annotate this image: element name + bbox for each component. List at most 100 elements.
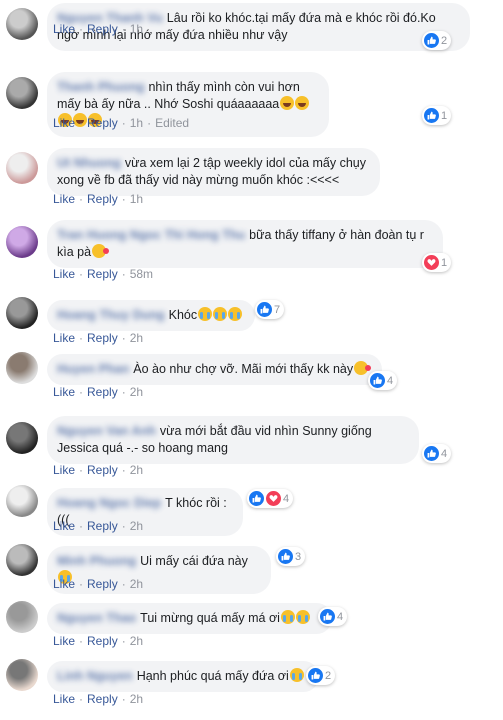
sep: · <box>121 22 126 36</box>
reaction-count: 4 <box>441 447 448 460</box>
sep: · <box>79 331 84 345</box>
timestamp[interactable]: 2h <box>130 385 143 399</box>
like-link[interactable]: Like <box>53 577 75 591</box>
comment-bubble: Hoang Thuy Dung Khóc <box>47 300 255 331</box>
sep: · <box>79 634 84 648</box>
avatar[interactable] <box>6 543 38 576</box>
reaction-summary[interactable]: 1 <box>422 253 452 272</box>
like-link[interactable]: Like <box>53 116 75 130</box>
timestamp[interactable]: 1h <box>130 22 143 36</box>
avatar[interactable] <box>6 76 38 109</box>
reply-link[interactable]: Reply <box>87 577 118 591</box>
timestamp[interactable]: 2h <box>130 577 143 591</box>
avatar[interactable] <box>6 152 38 184</box>
avatar[interactable] <box>6 297 38 329</box>
avatar[interactable] <box>6 422 38 454</box>
avatar[interactable] <box>6 225 38 258</box>
reaction-summary[interactable]: 4 <box>368 371 398 390</box>
comment-author[interactable]: Nguyen Thao <box>57 610 136 627</box>
reaction-count: 4 <box>387 374 394 387</box>
sep: · <box>121 577 126 591</box>
comment-text: Ui mấy cái đứa này <box>140 554 248 568</box>
timestamp[interactable]: 2h <box>130 331 143 345</box>
like-link[interactable]: Like <box>53 385 75 399</box>
comment-author[interactable]: Linh Nguyen <box>57 668 133 685</box>
sep: · <box>79 692 84 706</box>
timestamp[interactable]: 2h <box>130 692 143 706</box>
reaction-summary[interactable]: 4 <box>422 444 452 463</box>
avatar[interactable] <box>6 658 38 691</box>
reply-link[interactable]: Reply <box>87 385 118 399</box>
comment-bubble: Nguyen Van Anh vừa mới bắt đầu vid nhìn S… <box>47 416 419 464</box>
reply-link[interactable]: Reply <box>87 267 118 281</box>
timestamp[interactable]: 2h <box>130 463 143 477</box>
reaction-summary[interactable]: 4 <box>247 489 294 508</box>
comment-actions: Like · Reply · 58m <box>53 267 153 281</box>
timestamp[interactable]: 2h <box>130 634 143 648</box>
comment-bubble: Nguyen Thao Tui mừng quá mấy má ơi <box>47 603 332 634</box>
comment-author[interactable]: Hoang Thuy Dung <box>57 307 165 324</box>
timestamp[interactable]: 1h <box>130 116 143 130</box>
like-link[interactable]: Like <box>53 331 75 345</box>
reply-link[interactable]: Reply <box>87 192 118 206</box>
reaction-summary[interactable]: 7 <box>255 300 285 319</box>
timestamp[interactable]: 58m <box>130 267 153 281</box>
avatar[interactable] <box>6 485 38 517</box>
kiss-emoji-icon <box>354 361 372 375</box>
reply-link[interactable]: Reply <box>87 116 118 130</box>
reaction-summary[interactable]: 3 <box>276 547 306 566</box>
sep: · <box>79 577 84 591</box>
avatar[interactable] <box>6 351 38 384</box>
like-link[interactable]: Like <box>53 634 75 648</box>
sep: · <box>121 692 126 706</box>
reaction-count: 1 <box>441 256 448 269</box>
like-link[interactable]: Like <box>53 519 75 533</box>
sep: · <box>79 116 84 130</box>
comment-author[interactable]: Ut Nhuong <box>57 155 121 172</box>
reaction-summary[interactable]: 2 <box>422 31 452 50</box>
reaction-summary[interactable]: 4 <box>318 607 348 626</box>
comment-author[interactable]: Minh Phuong <box>57 553 136 570</box>
comment-actions: Like · Reply · 1h <box>53 192 143 206</box>
like-link[interactable]: Like <box>53 463 75 477</box>
cry-emoji-icon <box>295 610 310 624</box>
cry-emoji-icon <box>228 307 243 321</box>
comment-text: Tui mừng quá mấy má ơi <box>140 611 280 625</box>
comment-bubble: Tran Huong Ngoc Thi Hong Thu bữa thấy tif… <box>47 220 443 268</box>
like-link[interactable]: Like <box>53 22 75 36</box>
reply-link[interactable]: Reply <box>87 634 118 648</box>
like-link[interactable]: Like <box>53 192 75 206</box>
reaction-summary[interactable]: 1 <box>422 106 452 125</box>
like-reaction-icon <box>308 668 323 683</box>
cry-emoji-icon <box>213 307 228 321</box>
comment-bubble: Ut Nhuong vừa xem lại 2 tập weekly idol c… <box>47 148 380 196</box>
comment-author[interactable]: Nguyen Van Anh <box>57 423 156 440</box>
comment-author[interactable]: Tran Huong Ngoc Thi Hong Thu <box>57 227 245 244</box>
like-link[interactable]: Like <box>53 267 75 281</box>
sep: · <box>121 385 126 399</box>
timestamp[interactable]: 2h <box>130 519 143 533</box>
comment-author[interactable]: Huyen Phan <box>57 361 129 378</box>
sep: · <box>79 385 84 399</box>
timestamp[interactable]: 1h <box>130 192 143 206</box>
reply-link[interactable]: Reply <box>87 463 118 477</box>
reply-link[interactable]: Reply <box>87 519 118 533</box>
comment-actions: Like · Reply · 2h <box>53 463 143 477</box>
comment-author[interactable]: Thanh Phuong <box>57 79 144 96</box>
reaction-count: 1 <box>441 109 448 122</box>
comment-text: Khóc <box>168 308 198 322</box>
like-reaction-icon <box>370 373 385 388</box>
sep: · <box>121 463 126 477</box>
comment-author[interactable]: Hoang Ngoc Diep <box>57 495 161 512</box>
reply-link[interactable]: Reply <box>87 331 118 345</box>
like-reaction-icon <box>424 33 439 48</box>
sep: · <box>79 519 84 533</box>
reaction-summary[interactable]: 2 <box>306 666 336 685</box>
reaction-count: 7 <box>274 303 281 316</box>
reaction-count: 3 <box>295 550 302 563</box>
reply-link[interactable]: Reply <box>87 22 118 36</box>
avatar[interactable] <box>6 600 38 633</box>
avatar[interactable] <box>6 7 38 40</box>
like-link[interactable]: Like <box>53 692 75 706</box>
reply-link[interactable]: Reply <box>87 692 118 706</box>
